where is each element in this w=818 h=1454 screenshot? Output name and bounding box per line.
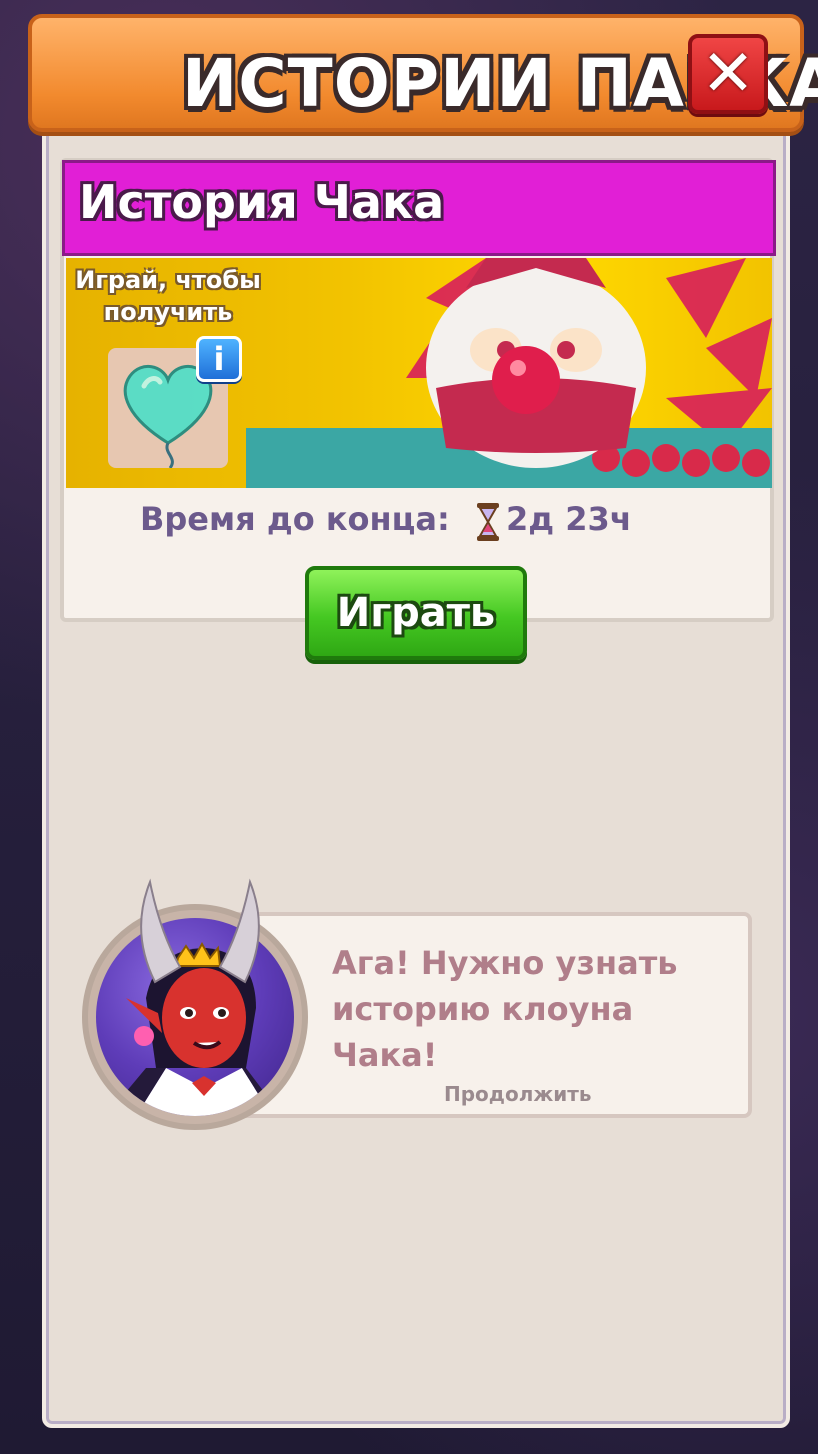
dialog-text: Ага! Нужно узнать историю клоуна Чака! [332,944,678,1074]
modal-title: ИСТОРИИ ПАРКА [182,45,818,122]
info-icon: i [213,340,225,378]
horns-decoration [140,878,260,984]
hourglass-icon [477,503,499,541]
timer-row: Время до конца: 2д 23ч [140,500,700,544]
close-x-icon: ✕ [701,37,755,111]
continue-button[interactable]: Продолжить [444,1082,592,1106]
timer-value: 2д 23ч [506,500,632,538]
play-button-label: Играть [336,590,496,636]
story-card: История Чака Играй, чтобы получить i Вре… [60,158,776,622]
reward-label: Играй, чтобы получить [75,266,261,326]
story-title: История Чака [79,175,445,229]
info-button[interactable]: i [196,336,242,382]
close-button[interactable]: ✕ [688,34,768,114]
story-header: История Чака [62,160,776,256]
timer-label: Время до конца: [140,500,450,538]
story-banner: Играй, чтобы получить i [66,258,772,488]
play-button[interactable]: Играть [305,566,527,660]
